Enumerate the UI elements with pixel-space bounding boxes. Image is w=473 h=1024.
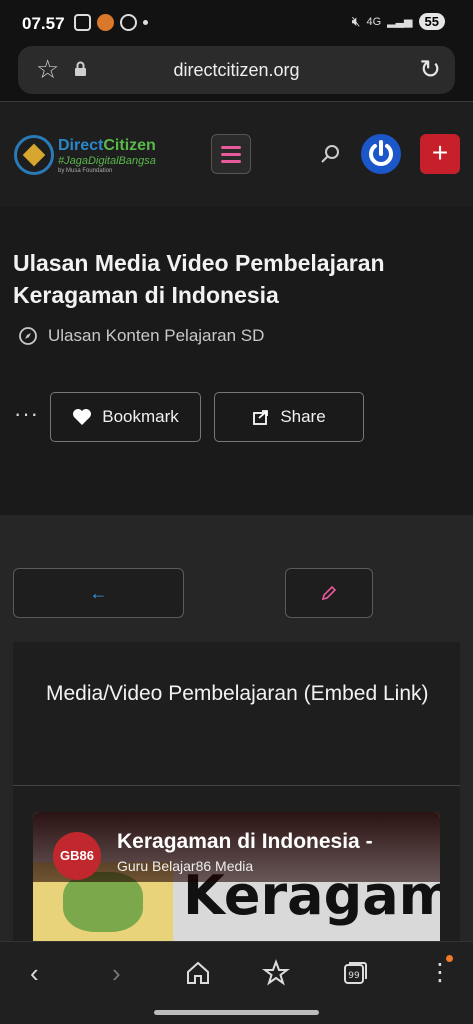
heart-icon [73,409,92,425]
signal-icon: ▂▃▅ [387,16,413,28]
tabs-icon[interactable]: 99 [342,960,368,986]
article-category[interactable]: Ulasan Konten Pelajaran SD [18,326,264,346]
site-logo[interactable]: DirectCitizen #JagaDigitalBangsa by Musa… [14,133,164,179]
embedded-video[interactable]: Keragam GB86 Keragaman di Indonesia - Gu… [33,812,440,941]
screenshot-icon [74,14,91,31]
status-time: 07.57 [22,14,65,33]
pencil-icon [321,585,337,601]
notification-icons [74,14,148,31]
home-icon[interactable] [185,960,211,986]
video-title[interactable]: Keragaman di Indonesia - [117,830,373,854]
category-label[interactable]: Ulasan Konten Pelajaran SD [48,326,264,346]
channel-avatar[interactable]: GB86 [53,832,101,880]
status-bar: 07.57 🔇︎ 4G ▂▃▅ 55 [0,0,473,44]
page-title: Ulasan Media Video Pembelajaran Keragama… [13,250,385,308]
bookmark-label: Bookmark [102,407,179,426]
svg-text:99: 99 [348,971,360,981]
more-notifications-dot [143,20,148,25]
app-notification-icon [97,14,114,31]
compass-icon [19,327,37,345]
edit-button[interactable] [285,568,373,618]
mute-icon: 🔇︎ [351,13,361,29]
bookmarks-star-icon[interactable] [262,959,290,987]
more-options-button[interactable]: ··· [14,401,39,427]
power-icon [369,140,393,166]
divider [13,785,460,786]
notification-dot [446,955,453,962]
forward-arrow-icon[interactable]: › [112,960,121,986]
battery-level: 55 [418,13,445,30]
share-label: Share [280,407,326,426]
video-channel[interactable]: Guru Belajar86 Media [117,858,253,874]
system-icons: 🔇︎ 4G ▂▃▅ 55 [352,13,445,30]
gesture-handle[interactable] [154,1010,319,1015]
back-arrow-icon[interactable]: ‹ [30,960,39,986]
back-button[interactable]: ← [13,568,184,618]
section-title: Media/Video Pembelajaran (Embed Link) [46,682,429,705]
reload-icon[interactable]: ↻ [419,56,441,82]
bookmark-button[interactable]: Bookmark [50,392,201,442]
hamburger-menu-button[interactable] [211,134,251,174]
whatsapp-icon [120,14,137,31]
share-button[interactable]: Share [214,392,364,442]
logo-badge-icon [14,135,54,175]
logo-by: by Musa Foundation [58,168,113,174]
add-content-button[interactable]: + [420,134,460,174]
more-menu-icon[interactable]: ⋮ [428,960,452,986]
logo-name: DirectCitizen [58,137,156,154]
share-icon [253,410,269,425]
browser-url-bar[interactable]: ☆ directcitizen.org ↻ [18,46,455,94]
url-text[interactable]: directcitizen.org [18,60,455,81]
network-type: 4G [366,15,382,28]
logo-tagline: #JagaDigitalBangsa [58,155,156,167]
search-icon[interactable] [318,142,342,166]
login-power-button[interactable] [361,134,401,174]
